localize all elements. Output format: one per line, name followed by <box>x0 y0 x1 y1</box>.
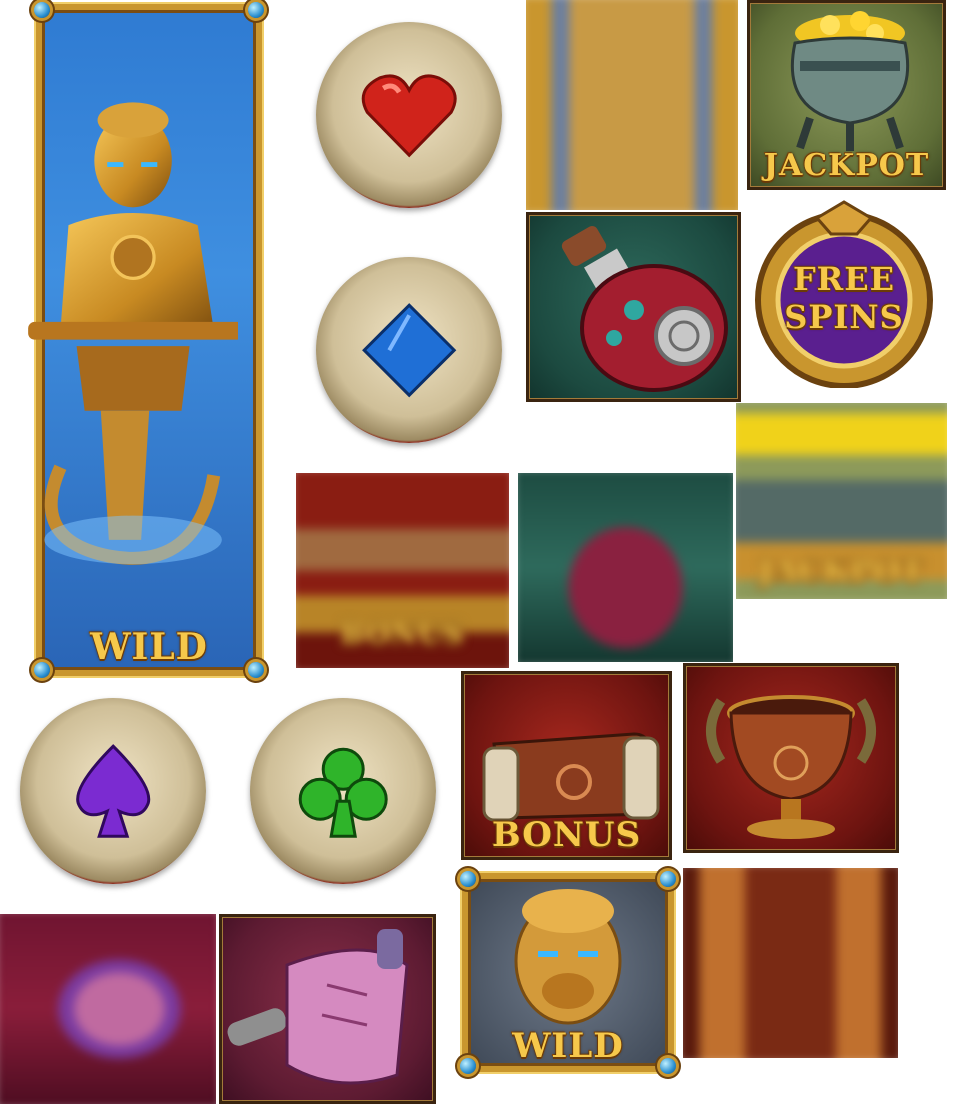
monkey-face-icon <box>514 889 622 1025</box>
blurred-goblet-symbol <box>683 868 898 1058</box>
monkey-warrior-icon <box>28 102 238 565</box>
club-coin-symbol <box>250 698 436 884</box>
bonus-scroll-symbol: BONUS <box>461 671 672 860</box>
goblet-symbol <box>683 663 899 853</box>
blurred-scroll-symbol <box>0 914 216 1104</box>
spade-icon <box>75 743 151 838</box>
potion-symbol <box>526 212 741 402</box>
diamond-coin-symbol <box>316 257 502 443</box>
spade-coin-symbol <box>20 698 206 884</box>
jackpot-pot-symbol: JACKPOT <box>747 0 946 190</box>
gem-icon <box>248 2 264 18</box>
free-spins-symbol: FREE SPINS <box>747 200 941 388</box>
heart-icon <box>361 74 457 158</box>
pink-scroll-icon <box>227 929 409 1085</box>
club-icon <box>298 747 388 838</box>
dragon-goblet-icon <box>706 695 876 839</box>
blurred-potion-symbol <box>518 473 733 662</box>
heart-coin-symbol <box>316 22 502 208</box>
gem-icon <box>34 2 50 18</box>
gem-icon <box>460 871 476 887</box>
free-label: FREE <box>792 260 896 298</box>
bonus-label: BONUS <box>340 617 465 650</box>
gold-pot-icon <box>790 11 910 151</box>
jackpot-label: JACKPOT <box>763 148 930 183</box>
diamond-icon <box>361 302 457 398</box>
wild-monkey-tall-symbol: WILD <box>28 2 264 678</box>
scroll-symbol <box>219 914 436 1104</box>
wild-label: WILD <box>512 1026 624 1066</box>
jackpot-label: JACKPOT <box>758 554 925 589</box>
potion-bottle-icon <box>561 226 728 392</box>
bonus-label: BONUS <box>491 815 642 855</box>
blurred-wild-symbol <box>526 0 738 210</box>
blurred-bonus-symbol: BONUS <box>296 473 509 668</box>
blurred-jackpot-symbol: JACKPOT <box>736 403 947 599</box>
wild-label: WILD <box>90 626 208 668</box>
gem-icon <box>660 871 676 887</box>
spins-label: SPINS <box>784 298 904 336</box>
wild-monkey-small-symbol: WILD <box>460 871 676 1074</box>
